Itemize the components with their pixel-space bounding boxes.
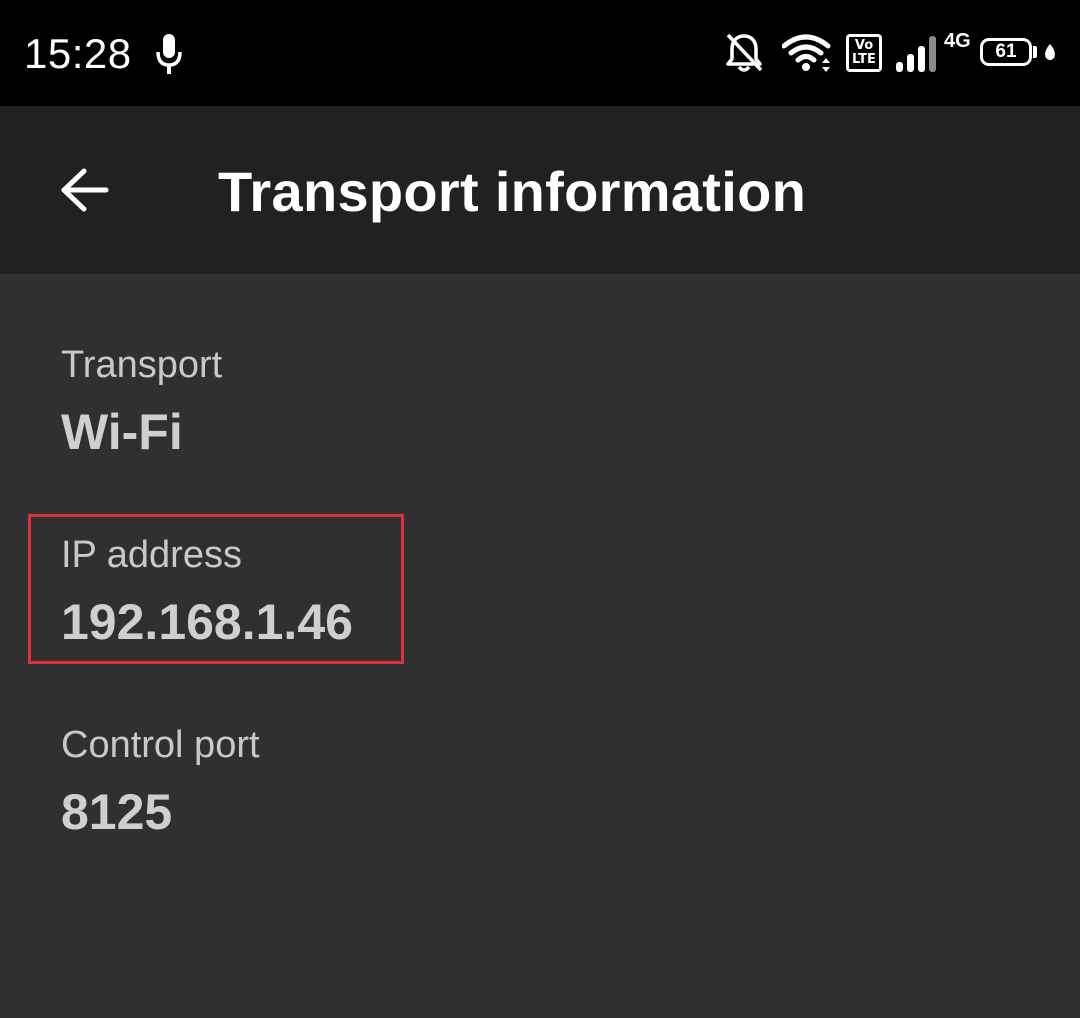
battery-icon: 61 (980, 38, 1032, 66)
control-port-item: Control port 8125 (61, 722, 260, 842)
transport-item: Transport Wi-Fi (61, 342, 222, 462)
volte-icon: Vo LTE (846, 34, 882, 72)
page-title: Transport information (218, 160, 807, 223)
notifications-off-icon (726, 33, 763, 72)
signal-icon (896, 36, 936, 72)
arrow-back-icon (61, 168, 109, 212)
wifi-icon (782, 34, 831, 72)
ip-address-label: IP address (61, 534, 242, 576)
transport-info-list: Transport Wi-Fi IP address 192.168.1.46 … (0, 274, 1080, 1018)
ip-address-item: IP address 192.168.1.46 (61, 532, 353, 652)
control-port-label: Control port (61, 724, 260, 766)
status-bar: 15:28 Vo LTE 4G 61 (0, 0, 1080, 106)
volte-label-top: Vo (854, 38, 874, 53)
volte-label-bottom: LTE (852, 52, 876, 67)
status-time: 15:28 (24, 30, 132, 77)
transport-value: Wi-Fi (61, 404, 183, 460)
ip-address-value: 192.168.1.46 (61, 594, 353, 650)
app-bar: Transport information (0, 106, 1080, 274)
battery-level: 61 (995, 41, 1017, 62)
data-saver-icon (1045, 44, 1055, 60)
control-port-value: 8125 (61, 784, 173, 840)
microphone-icon (156, 34, 182, 74)
back-button[interactable] (44, 150, 124, 230)
transport-label: Transport (61, 344, 223, 386)
battery-tip (1033, 46, 1037, 58)
network-type-label: 4G (944, 30, 971, 52)
